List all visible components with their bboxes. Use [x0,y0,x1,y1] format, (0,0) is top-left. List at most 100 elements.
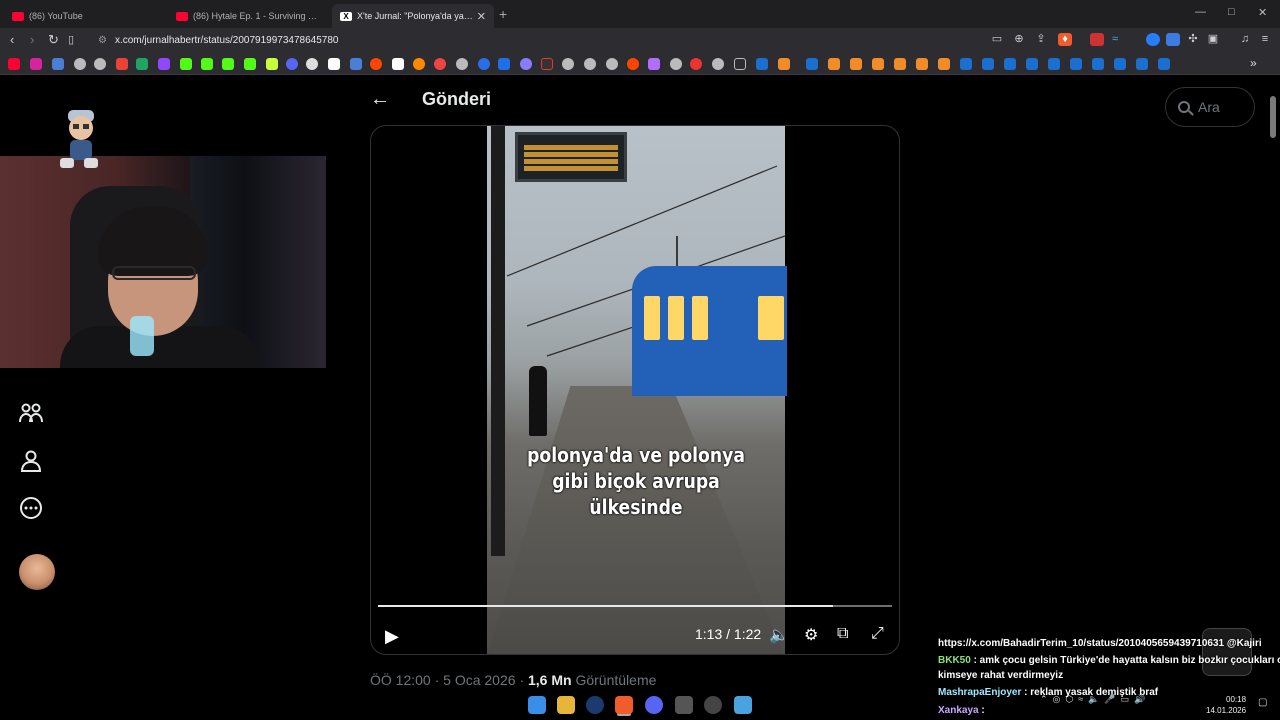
post-date[interactable]: 5 Oca 2026 [443,672,515,688]
minimize-button[interactable]: — [1195,6,1206,18]
bookmark-steam-icon[interactable] [1092,58,1104,70]
bookmark-steam-icon[interactable] [1048,58,1060,70]
tab-x-post[interactable]: X X'te Jurnal: "Polonya'da yaşayan ✕ [332,4,494,28]
bookmark-drive-icon[interactable] [136,58,148,70]
bookmark-icon[interactable] [872,58,884,70]
messages-drawer-button[interactable] [1202,628,1252,676]
bookmark-icon[interactable] [456,58,468,70]
bookmark-icon[interactable] [670,58,682,70]
bookmark-icon[interactable] [627,58,639,70]
fullscreen-icon[interactable]: ⤢ [871,625,884,643]
bookmark-icon[interactable] [413,58,425,70]
bookmark-icon[interactable] [712,58,724,70]
bookmark-steam-icon[interactable] [1004,58,1016,70]
bookmark-icon[interactable] [828,58,840,70]
bookmark-icon[interactable] [266,58,278,70]
more-bookmarks-icon[interactable]: » [1250,56,1257,70]
bookmark-folder-icon[interactable] [734,58,746,70]
bookmark-icon[interactable] [778,58,790,70]
media-icon[interactable]: ♫ [1238,33,1252,46]
reload-icon[interactable]: ↻ [48,32,59,48]
steam-icon[interactable] [586,696,604,714]
bookmark-icon[interactable]: ▯ [68,33,74,46]
tab-youtube[interactable]: (86) YouTube [4,4,166,28]
obs-icon[interactable] [704,696,722,714]
bookmark-kick-icon[interactable] [222,58,234,70]
bookmark-instagram-icon[interactable] [30,58,42,70]
bookmark-icon[interactable] [648,58,660,70]
play-icon[interactable]: ▶ [385,626,399,647]
bookmark-icon[interactable] [52,58,64,70]
back-arrow-icon[interactable]: ← [370,88,390,111]
bookmark-gmail-icon[interactable] [116,58,128,70]
brave-shield-icon[interactable]: ♦ [1058,33,1072,46]
bookmark-icon[interactable] [916,58,928,70]
search-input[interactable]: Ara [1165,87,1255,127]
bookmark-icon[interactable] [434,58,446,70]
new-tab-button[interactable]: + [499,6,507,22]
bookmark-icon[interactable] [584,58,596,70]
bookmark-kick-icon[interactable] [201,58,213,70]
maximize-button[interactable]: □ [1228,6,1235,18]
bookmark-icon[interactable] [350,58,362,70]
scrollbar-thumb[interactable] [1270,96,1276,138]
bookmark-steam-icon[interactable] [1136,58,1148,70]
volume-icon[interactable]: 🔈 [769,625,789,645]
post-time[interactable]: ÖÖ 12:00 [370,672,431,688]
settings-gear-icon[interactable]: ⚙ [804,625,818,645]
zoom-icon[interactable]: ⊕ [1012,33,1026,46]
bookmark-youtube-icon[interactable] [8,58,20,70]
brave-browser-icon[interactable] [615,696,633,714]
bookmark-icon[interactable] [894,58,906,70]
notification-icon[interactable]: ▢ [1258,697,1267,708]
extension-icon[interactable] [1166,33,1180,46]
bookmark-kick-icon[interactable] [180,58,192,70]
bookmark-steam-icon[interactable] [960,58,972,70]
app-icon[interactable] [734,696,752,714]
bookmark-twitch-icon[interactable] [158,58,170,70]
more-options-icon[interactable] [18,495,44,521]
sidebar-toggle-icon[interactable]: ▣ [1206,33,1220,46]
share-icon[interactable]: ⇪ [1034,33,1048,46]
windows-start-icon[interactable] [528,696,546,714]
bookmark-icon[interactable] [520,58,532,70]
forward-icon[interactable]: › [30,32,34,47]
bookmark-steam-icon[interactable] [1158,58,1170,70]
account-avatar[interactable] [19,554,55,590]
bookmark-icon[interactable] [562,58,574,70]
profile-icon[interactable] [18,448,44,474]
video-progress-bar[interactable] [378,605,892,607]
bookmark-steam-icon[interactable] [806,58,818,70]
bookmark-steam-icon[interactable] [756,58,768,70]
menu-icon[interactable]: ≡ [1258,33,1272,46]
bookmark-icon[interactable] [850,58,862,70]
bookmark-icon[interactable] [690,58,702,70]
taskbar-clock[interactable]: 00:18 14.01.2026 [1206,694,1246,716]
cast-icon[interactable]: ▭ [990,33,1004,46]
extension-icon[interactable] [1090,33,1104,46]
bookmark-icon[interactable] [541,58,553,70]
video-player[interactable]: polonya'da ve polonya gibi biçok avrupa … [487,126,787,654]
extension-icon[interactable] [1146,33,1160,46]
bookmark-icon[interactable] [74,58,86,70]
bookmark-steam-icon[interactable] [982,58,994,70]
close-tab-icon[interactable]: ✕ [477,10,486,23]
bookmark-reddit-icon[interactable] [370,58,382,70]
bookmark-icon[interactable] [938,58,950,70]
bookmark-steam-icon[interactable] [1026,58,1038,70]
site-settings-icon[interactable]: ⚙ [98,35,107,46]
close-window-button[interactable]: ✕ [1258,6,1267,19]
bookmark-icon[interactable] [392,58,404,70]
bookmark-icon[interactable] [286,58,298,70]
extensions-puzzle-icon[interactable]: ✣ [1186,33,1200,46]
picture-in-picture-icon[interactable]: ⧉ [837,625,848,643]
app-icon[interactable] [675,696,693,714]
bookmark-icon[interactable] [306,58,318,70]
extension-icon[interactable]: ≈ [1108,33,1122,46]
system-tray[interactable]: ⌃ ◎ ⬡ ≈ 🔈 🎤 ▭ 🔊 [1040,694,1145,705]
communities-icon[interactable] [18,400,44,426]
bookmark-steam-icon[interactable] [1114,58,1126,70]
url-input[interactable]: ⚙ x.com/jurnalhabertr/status/20079199734… [88,31,988,50]
file-explorer-icon[interactable] [557,696,575,714]
tab-hytale[interactable]: (86) Hytale Ep. 1 - Surviving The First [168,4,330,28]
